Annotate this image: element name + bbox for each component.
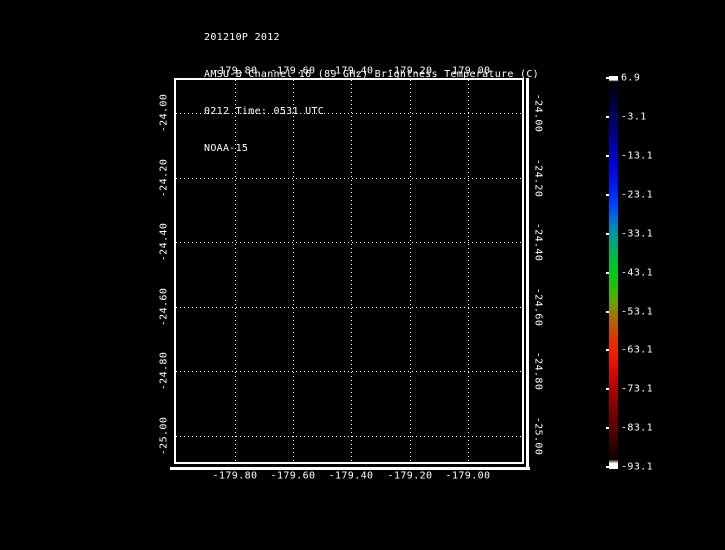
colorbar-tick-label: -83.1 [621, 423, 653, 434]
colorbar-tick [606, 272, 609, 274]
colorbar-tick-label: -13.1 [621, 151, 653, 162]
colorbar-tick [606, 388, 609, 390]
colorbar-tick [606, 349, 609, 351]
colorbar-tick-label: 6.9 [621, 73, 640, 84]
colorbar-tick-label: -73.1 [621, 384, 653, 395]
colorbar-tick [606, 427, 609, 429]
colorbar-tick [606, 233, 609, 235]
colorbar-tick [606, 77, 609, 79]
colorbar-tick [606, 155, 609, 157]
colorbar-tick [606, 311, 609, 313]
screenshot-root: 201210P 2012 AMSU-B Channel 16 (89 GHz) … [0, 0, 725, 550]
colorbar-tick-label: -93.1 [621, 462, 653, 473]
colorbar-tick-label: -43.1 [621, 268, 653, 279]
colorbar-tick-label: -3.1 [621, 112, 647, 123]
colorbar-tick [606, 466, 609, 468]
colorbar-tick-label: -53.1 [621, 307, 653, 318]
colorbar-tick-label: -63.1 [621, 345, 653, 356]
colorbar-tick-label: -33.1 [621, 229, 653, 240]
colorbar-tick [606, 116, 609, 118]
colorbar-tick [606, 194, 609, 196]
colorbar-tick-layer: 6.9 -3.1 -13.1 -23.1 -33.1 -43.1 -53.1 -63.1 -73… [0, 0, 725, 550]
colorbar-tick-label: -23.1 [621, 190, 653, 201]
